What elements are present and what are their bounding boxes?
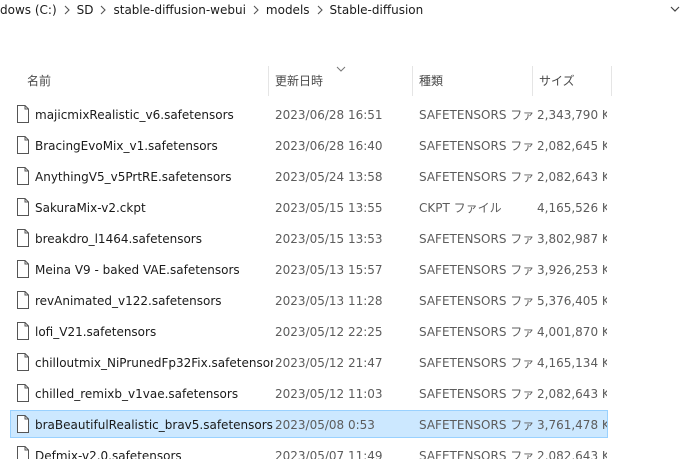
- file-type: SAFETENSORS ファ...: [419, 232, 535, 246]
- file-list: majicmixRealistic_v6.safetensors 2023/06…: [0, 98, 693, 459]
- file-size: 4,165,526 KB: [537, 201, 607, 215]
- file-row[interactable]: chilled_remixb_v1vae.safetensors 2023/05…: [10, 379, 608, 407]
- file-row[interactable]: BracingEvoMix_v1.safetensors 2023/06/28 …: [10, 131, 608, 159]
- file-icon: [17, 446, 29, 459]
- file-type: SAFETENSORS ファ...: [419, 139, 535, 153]
- file-modified-date: 2023/05/15 13:53: [275, 232, 383, 246]
- file-type: SAFETENSORS ファ...: [419, 418, 535, 432]
- column-headers: 名前 更新日時 種類 サイズ: [0, 62, 693, 96]
- file-modified-date: 2023/05/07 11:49: [275, 449, 383, 459]
- file-row[interactable]: Defmix-v2.0.safetensors 2023/05/07 11:49…: [10, 441, 608, 459]
- file-modified-date: 2023/05/12 11:03: [275, 387, 383, 401]
- file-type: CKPT ファイル: [419, 201, 502, 215]
- file-icon: [17, 198, 29, 216]
- file-icon: [17, 353, 29, 371]
- file-type: SAFETENSORS ファ...: [419, 108, 535, 122]
- file-icon: [17, 260, 29, 278]
- file-name: chilloutmix_NiPrunedFp32Fix.safetensors: [35, 356, 273, 370]
- breadcrumb-item-webui[interactable]: stable-diffusion-webui: [113, 2, 245, 18]
- file-size: 3,761,478 KB: [537, 418, 607, 432]
- file-type: SAFETENSORS ファ...: [419, 294, 535, 308]
- breadcrumb-item-drive[interactable]: dows (C:): [0, 2, 57, 18]
- file-modified-date: 2023/05/15 13:55: [275, 201, 383, 215]
- file-row[interactable]: breakdro_l1464.safetensors 2023/05/15 13…: [10, 224, 608, 252]
- file-size: 2,082,643 KB: [537, 387, 607, 401]
- file-size: 3,926,253 KB: [537, 263, 607, 277]
- file-size: 4,165,134 KB: [537, 356, 607, 370]
- file-size: 2,082,643 KB: [537, 449, 607, 459]
- file-modified-date: 2023/05/13 15:57: [275, 263, 383, 277]
- file-modified-date: 2023/05/13 11:28: [275, 294, 383, 308]
- column-header-size[interactable]: サイズ: [533, 62, 611, 96]
- file-type: SAFETENSORS ファ...: [419, 170, 535, 184]
- column-header-date[interactable]: 更新日時: [269, 62, 411, 96]
- file-type: SAFETENSORS ファ...: [419, 387, 535, 401]
- chevron-right-icon[interactable]: [310, 2, 330, 18]
- file-type: SAFETENSORS ファ...: [419, 356, 535, 370]
- file-modified-date: 2023/05/12 22:25: [275, 325, 383, 339]
- file-row[interactable]: majicmixRealistic_v6.safetensors 2023/06…: [10, 100, 608, 128]
- file-icon: [17, 384, 29, 402]
- file-name: majicmixRealistic_v6.safetensors: [35, 108, 234, 122]
- file-name: Defmix-v2.0.safetensors: [35, 449, 182, 459]
- file-size: 2,082,643 KB: [537, 170, 607, 184]
- file-icon: [17, 167, 29, 185]
- file-size: 4,001,870 KB: [537, 325, 607, 339]
- chevron-right-icon[interactable]: [57, 2, 77, 18]
- file-size: 2,082,645 KB: [537, 139, 607, 153]
- file-name: chilled_remixb_v1vae.safetensors: [35, 387, 239, 401]
- file-modified-date: 2023/06/28 16:51: [275, 108, 383, 122]
- file-name: BracingEvoMix_v1.safetensors: [35, 139, 218, 153]
- file-name: SakuraMix-v2.ckpt: [35, 201, 146, 215]
- chevron-right-icon[interactable]: [93, 2, 113, 18]
- file-row[interactable]: chilloutmix_NiPrunedFp32Fix.safetensors …: [10, 348, 608, 376]
- breadcrumb-item-sd[interactable]: SD: [77, 2, 94, 18]
- file-type: SAFETENSORS ファ...: [419, 325, 535, 339]
- file-icon: [17, 291, 29, 309]
- file-row[interactable]: lofi_V21.safetensors 2023/05/12 22:25 SA…: [10, 317, 608, 345]
- breadcrumb-item-stable-diffusion[interactable]: Stable-diffusion: [330, 2, 424, 18]
- breadcrumb-item-models[interactable]: models: [266, 2, 310, 18]
- breadcrumb: dows (C:) SD stable-diffusion-webui mode…: [0, 0, 693, 20]
- file-name: braBeautifulRealistic_brav5.safetensors: [35, 418, 273, 432]
- file-icon: [17, 136, 29, 154]
- file-name: AnythingV5_v5PrtRE.safetensors: [35, 170, 232, 184]
- chevron-down-icon[interactable]: [668, 2, 684, 16]
- file-type: SAFETENSORS ファ...: [419, 449, 535, 459]
- column-header-type[interactable]: 種類: [413, 62, 531, 96]
- file-row[interactable]: braBeautifulRealistic_brav5.safetensors …: [10, 410, 608, 438]
- file-row[interactable]: revAnimated_v122.safetensors 2023/05/13 …: [10, 286, 608, 314]
- file-size: 5,376,405 KB: [537, 294, 607, 308]
- file-type: SAFETENSORS ファ...: [419, 263, 535, 277]
- file-row[interactable]: SakuraMix-v2.ckpt 2023/05/15 13:55 CKPT …: [10, 193, 608, 221]
- file-modified-date: 2023/05/24 13:58: [275, 170, 383, 184]
- file-modified-date: 2023/05/12 21:47: [275, 356, 383, 370]
- file-modified-date: 2023/06/28 16:40: [275, 139, 383, 153]
- file-icon: [17, 415, 29, 433]
- file-icon: [17, 229, 29, 247]
- file-icon: [17, 322, 29, 340]
- chevron-right-icon[interactable]: [246, 2, 266, 18]
- column-header-name[interactable]: 名前: [21, 62, 267, 96]
- file-explorer-window: dows (C:) SD stable-diffusion-webui mode…: [0, 0, 693, 459]
- file-name: breakdro_l1464.safetensors: [35, 232, 202, 246]
- file-name: Meina V9 - baked VAE.safetensors: [35, 263, 240, 277]
- column-divider[interactable]: [611, 66, 612, 96]
- file-icon: [17, 105, 29, 123]
- file-modified-date: 2023/05/08 0:53: [275, 418, 375, 432]
- file-row[interactable]: Meina V9 - baked VAE.safetensors 2023/05…: [10, 255, 608, 283]
- file-name: revAnimated_v122.safetensors: [35, 294, 222, 308]
- file-size: 3,802,987 KB: [537, 232, 607, 246]
- file-name: lofi_V21.safetensors: [35, 325, 157, 339]
- file-row[interactable]: AnythingV5_v5PrtRE.safetensors 2023/05/2…: [10, 162, 608, 190]
- file-size: 2,343,790 KB: [537, 108, 607, 122]
